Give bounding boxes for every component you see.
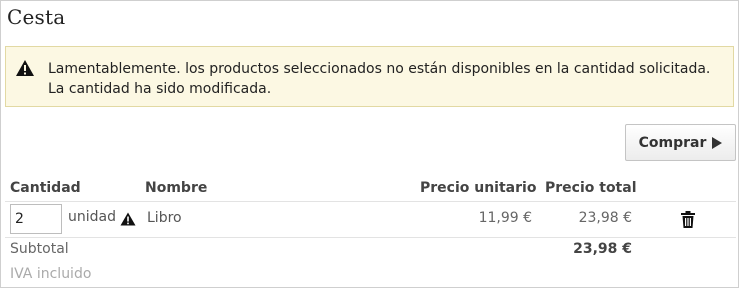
total-price: 23,98 € (578, 210, 632, 226)
warning-icon (120, 211, 136, 230)
unit-label: unidad (68, 209, 116, 225)
unit-price: 11,99 € (478, 210, 532, 226)
subtotal-label: Subtotal (10, 241, 69, 257)
alert-message-line2: La cantidad ha sido modificada. (48, 81, 272, 97)
cart-panel: Cesta Lamentablemente. los productos sel… (0, 0, 739, 288)
header-divider (5, 201, 736, 202)
page-title: Cesta (7, 5, 66, 29)
row-divider (5, 237, 736, 238)
availability-alert: Lamentablemente. los productos seleccion… (5, 46, 734, 107)
column-header-name: Nombre (145, 180, 208, 196)
play-arrow-icon (712, 136, 723, 149)
trash-icon[interactable] (680, 211, 696, 232)
subtotal-value: 23,98 € (573, 241, 632, 257)
quantity-input[interactable] (10, 204, 62, 234)
buy-button-label: Comprar (638, 134, 707, 151)
vat-note: IVA incluido (10, 266, 92, 282)
column-header-unit-price: Precio unitario (420, 180, 537, 196)
warning-icon (15, 59, 35, 83)
alert-message-line1: Lamentablemente. los productos seleccion… (48, 61, 711, 77)
buy-button[interactable]: Comprar (625, 124, 736, 161)
column-header-total-price: Precio total (545, 180, 637, 196)
column-header-quantity: Cantidad (10, 180, 81, 196)
product-name: Libro (147, 210, 182, 226)
